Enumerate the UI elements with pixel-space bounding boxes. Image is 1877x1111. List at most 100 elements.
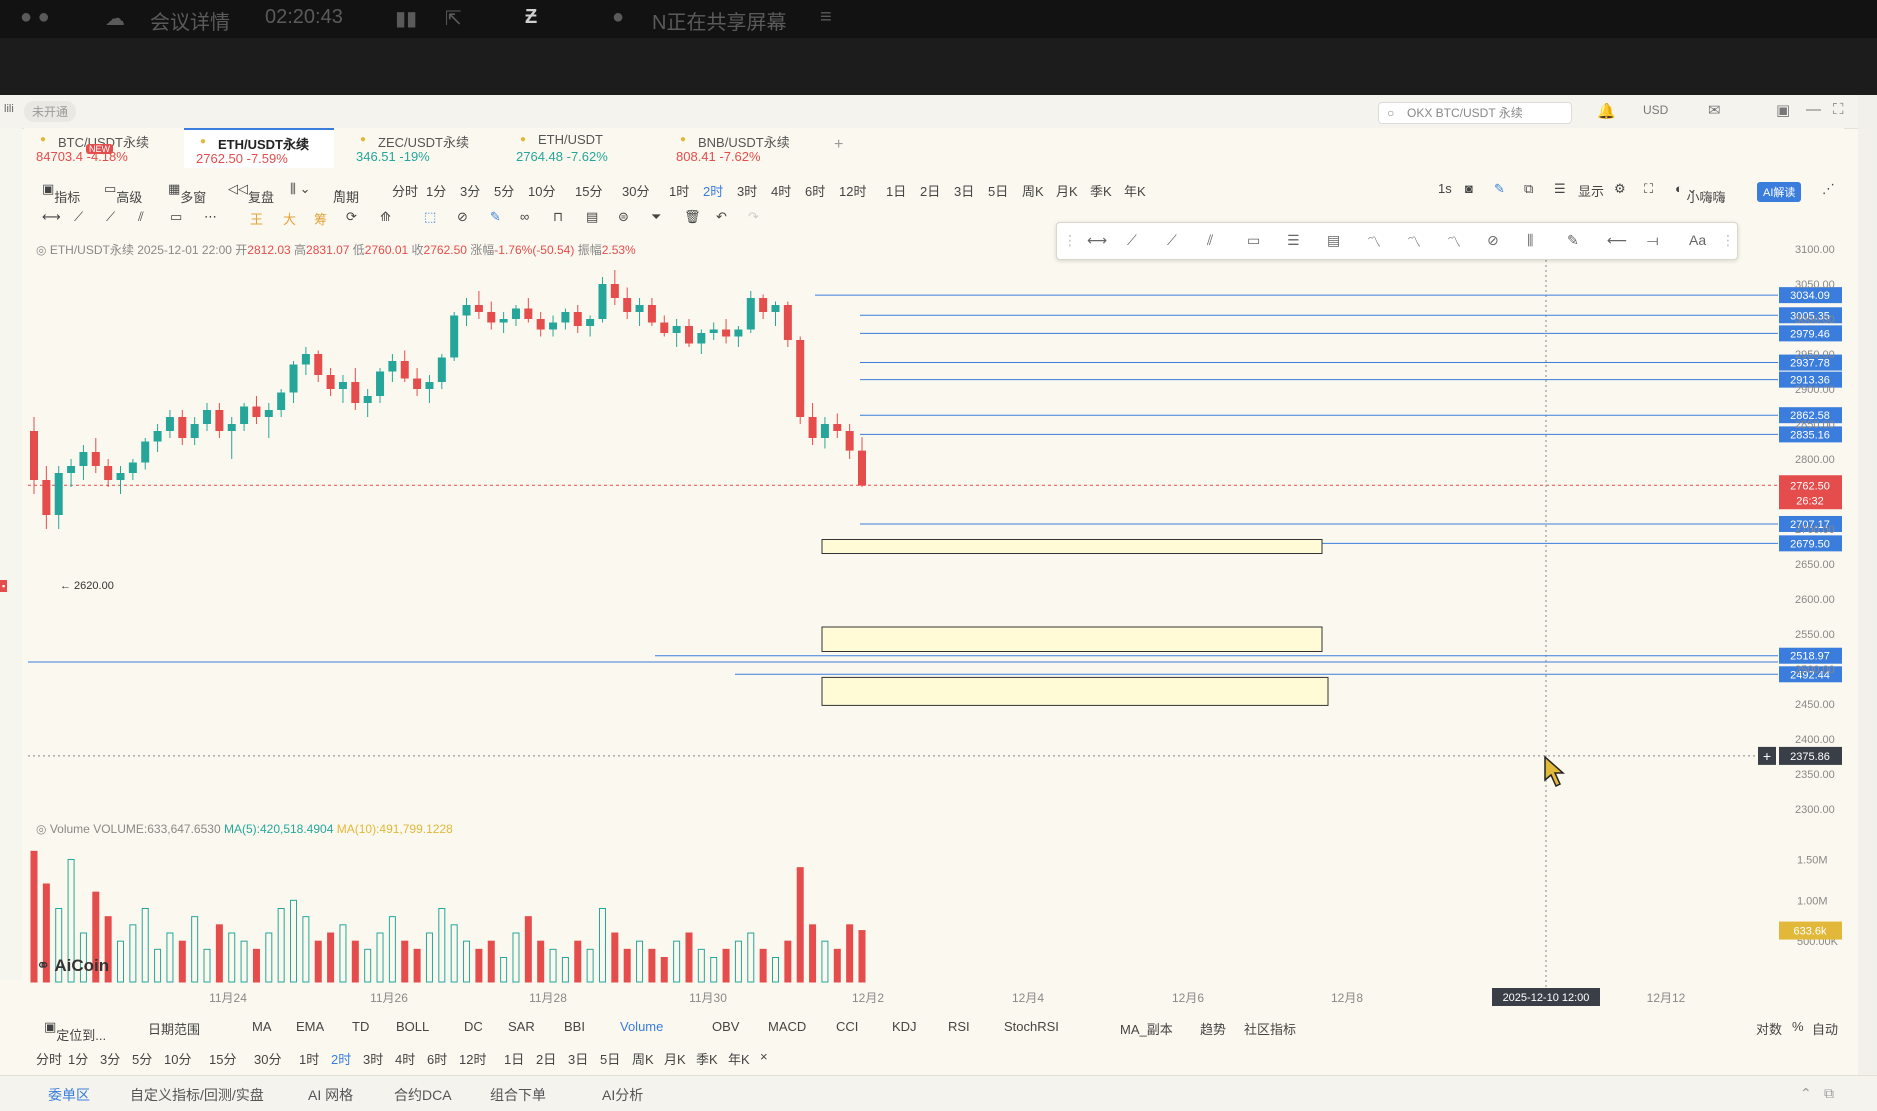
period-20[interactable]: 年K [1124, 181, 1146, 200]
indicator-13[interactable]: StochRSI [1004, 1019, 1059, 1034]
period-19[interactable]: 季K [1090, 181, 1112, 200]
bottom-period-11[interactable]: 6时 [427, 1049, 447, 1068]
float-ruler-icon[interactable]: ⊘ [1487, 232, 1499, 249]
bottom-period-2[interactable]: 3分 [100, 1049, 120, 1068]
draw-pen-icon[interactable]: ✎ [490, 209, 501, 225]
filter-icon[interactable]: ⏷ [651, 209, 661, 225]
period-15[interactable]: 3日 [954, 181, 974, 200]
interval-1s[interactable]: 1s [1438, 181, 1452, 196]
indicator-11[interactable]: KDJ [892, 1019, 917, 1034]
bottom-period-18[interactable]: 月K [664, 1049, 686, 1068]
indicator-7[interactable]: Volume [620, 1019, 663, 1034]
indicator-3[interactable]: BOLL [396, 1019, 429, 1034]
period-10[interactable]: 4时 [771, 181, 791, 200]
float-hlines-icon[interactable]: ☰ [1287, 232, 1300, 249]
period-18[interactable]: 月K [1056, 181, 1078, 200]
float-wave3-icon[interactable]: 〽 [1447, 232, 1461, 252]
menu-logo-icon[interactable]: lili [4, 103, 14, 115]
tab-bnb[interactable]: ● BNB/USDT永续 808.41 -7.62% [664, 128, 814, 166]
undo-icon[interactable]: ↶ [716, 209, 727, 225]
replay-button[interactable]: ◁◁ 复盘 [228, 181, 274, 205]
float-chart-icon[interactable]: ⫼ [1527, 232, 1533, 249]
indicator-14[interactable]: MA_副本 [1120, 1019, 1173, 1038]
tab-zec[interactable]: ● ZEC/USDT永续 346.51 -19% [344, 128, 494, 166]
float-line-icon[interactable]: ⟋ [1127, 232, 1137, 249]
bottom-tab-3[interactable]: 合约DCA [394, 1085, 452, 1105]
trendline-tool-icon[interactable]: ⟋ [74, 209, 83, 225]
period-17[interactable]: 周K [1022, 181, 1044, 200]
bottom-period-15[interactable]: 3日 [568, 1049, 588, 1068]
share-icon[interactable]: ⋰ [1822, 181, 1835, 197]
period-7[interactable]: 1时 [669, 181, 689, 200]
period-16[interactable]: 5日 [988, 181, 1008, 200]
indicator-button[interactable]: ▣ 指标 [42, 181, 80, 205]
auto-toggle[interactable]: 自动 [1812, 1019, 1838, 1038]
bottom-period-9[interactable]: 3时 [363, 1049, 383, 1068]
period-6[interactable]: 30分 [622, 181, 649, 200]
mail-icon[interactable]: ✉ [1708, 101, 1721, 119]
share-out-icon[interactable]: ⇱ [445, 6, 462, 31]
bell-icon[interactable]: 🔔 [1597, 102, 1616, 120]
advanced-button[interactable]: ▭ 高级 [104, 181, 142, 205]
indicator-6[interactable]: BBI [564, 1019, 585, 1034]
indicator-4[interactable]: DC [464, 1019, 483, 1034]
tool-wang[interactable]: 王 [250, 209, 263, 228]
multi-window-button[interactable]: ▦ 多窗 [168, 181, 206, 205]
currency-select[interactable]: USD [1643, 103, 1668, 117]
redo-icon[interactable]: ↷ [748, 209, 759, 225]
bottom-tab-1[interactable]: 自定义指标/回测/实盘 [130, 1085, 264, 1105]
user-menu[interactable]: ◐ 小嗨嗨 ⌄ [1675, 181, 1725, 205]
tab-btc[interactable]: ● BTC/USDT永续 84703.4 -4.18% NEW [24, 128, 174, 166]
date-range-button[interactable]: 日期范围 [148, 1019, 200, 1038]
window-controls[interactable]: ● ● [20, 6, 50, 29]
float-arrow-icon[interactable]: ⟵ [1607, 232, 1627, 249]
bottom-period-17[interactable]: 周K [632, 1049, 654, 1068]
bottom-tab-0[interactable]: 委单区 [48, 1085, 90, 1105]
copy-icon[interactable]: ⧉ [1524, 181, 1533, 197]
indicator-0[interactable]: MA [252, 1019, 272, 1034]
float-hline-icon[interactable]: ⟷ [1087, 232, 1107, 249]
tab-eth-perp[interactable]: ● ETH/USDT永续 2762.50 -7.59% [184, 128, 334, 168]
float-segment-icon[interactable]: ⟞ [1647, 232, 1659, 249]
bottom-period-16[interactable]: 5日 [600, 1049, 620, 1068]
float-brush-icon[interactable]: ✎ [1567, 232, 1579, 249]
tab-eth-spot[interactable]: ● ETH/USDT 2764.48 -7.62% [504, 128, 654, 166]
indicator-5[interactable]: SAR [508, 1019, 535, 1034]
ruler-icon[interactable]: ⊘ [457, 209, 468, 225]
percent-toggle[interactable]: % [1792, 1019, 1804, 1034]
float-rect-icon[interactable]: ▭ [1247, 232, 1260, 249]
status-pill[interactable]: 未开通 [24, 101, 77, 122]
collapse-icon[interactable]: ⌃ [1800, 1085, 1812, 1102]
indicator-1[interactable]: EMA [296, 1019, 324, 1034]
locate-button[interactable]: ▣ 定位到... [44, 1019, 106, 1043]
measure-icon[interactable]: ⟰ [380, 209, 391, 225]
eye-icon[interactable]: ◎ [36, 243, 46, 257]
sync-icon[interactable]: ⟳ [346, 209, 357, 225]
period-select[interactable]: 周期 ⌄ [333, 181, 359, 205]
bottom-period-3[interactable]: 5分 [132, 1049, 152, 1068]
menu-icon[interactable]: ≡ [820, 6, 832, 29]
bottom-period-5[interactable]: 15分 [209, 1049, 236, 1068]
lock-icon[interactable]: ⊓ [553, 209, 563, 225]
bottom-period-6[interactable]: 30分 [254, 1049, 281, 1068]
bottom-period-0[interactable]: 分时 [36, 1049, 62, 1068]
chart-type-icon[interactable]: ⫼ ⌄ [290, 181, 311, 197]
float-more-icon[interactable]: ⋮ [1721, 232, 1735, 249]
period-9[interactable]: 3时 [737, 181, 757, 200]
add-tab-icon[interactable]: + [834, 136, 843, 154]
hline-tool-icon[interactable]: ⟷ [42, 209, 61, 225]
more-tools-icon[interactable]: ⋯ [204, 209, 217, 225]
float-ray-icon[interactable]: ⟋ [1167, 232, 1177, 249]
log-toggle[interactable]: 对数 [1756, 1019, 1782, 1038]
minimize-icon[interactable]: — [1806, 101, 1821, 118]
bottom-tab-2[interactable]: AI 网格 [308, 1085, 353, 1105]
ray-tool-icon[interactable]: ⟋ [106, 209, 115, 225]
camera-icon[interactable]: ◙ [1465, 181, 1473, 196]
indicator-15[interactable]: 趋势 [1200, 1019, 1226, 1038]
float-fib-icon[interactable]: ▤ [1327, 232, 1340, 249]
rectangle-tool-icon[interactable]: ▭ [170, 209, 182, 225]
pen-icon[interactable]: ✎ [1494, 181, 1505, 197]
period-11[interactable]: 6时 [805, 181, 825, 200]
indicator-9[interactable]: MACD [768, 1019, 806, 1034]
maximize-icon[interactable]: ⛶ [1833, 101, 1844, 118]
